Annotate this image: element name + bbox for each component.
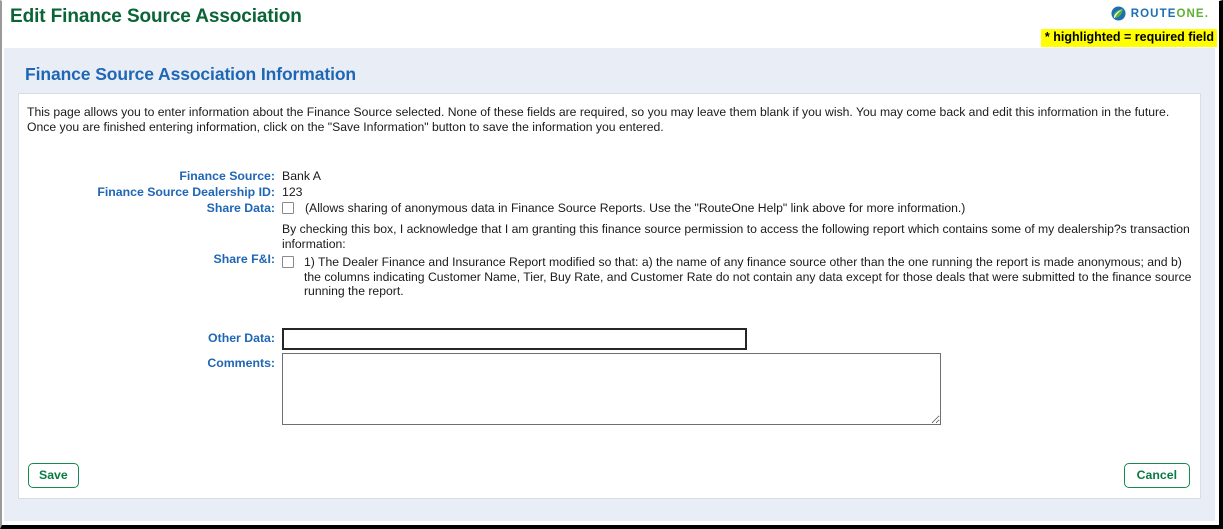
share-fi-body: By checking this box, I acknowledge that… bbox=[282, 222, 1197, 299]
brand-word-one: ONE bbox=[1176, 7, 1205, 20]
share-fi-item-text: 1) The Dealer Finance and Insurance Repo… bbox=[304, 255, 1192, 299]
share-data-note: (Allows sharing of anonymous data in Fin… bbox=[305, 201, 966, 215]
form-spacer bbox=[19, 301, 1200, 328]
form-area: Finance Source: Bank A Finance Source De… bbox=[19, 169, 1200, 427]
routeone-wordmark: ROUTEONE. bbox=[1131, 8, 1209, 20]
page-title: Edit Finance Source Association bbox=[10, 6, 302, 27]
form-row-finance-source: Finance Source: Bank A bbox=[19, 169, 1200, 183]
share-data-label: Share Data: bbox=[206, 201, 275, 215]
routeone-leaf-icon bbox=[1111, 6, 1126, 21]
brand-word-route: ROUTE bbox=[1130, 7, 1177, 20]
share-fi-checkbox[interactable] bbox=[282, 256, 294, 269]
share-fi-label: Share F&I: bbox=[213, 252, 276, 266]
share-fi-item: 1) The Dealer Finance and Insurance Repo… bbox=[282, 255, 1197, 299]
form-row-comments: Comments: bbox=[19, 352, 1200, 425]
content-card: This page allows you to enter informatio… bbox=[18, 93, 1201, 499]
share-data-checkbox[interactable] bbox=[282, 202, 294, 214]
share-fi-intro-text: By checking this box, I acknowledge that… bbox=[282, 222, 1190, 251]
routeone-logo: ROUTEONE. bbox=[1111, 6, 1209, 21]
section-heading: Finance Source Association Information bbox=[25, 64, 357, 84]
section-panel: Finance Source Association Information T… bbox=[4, 48, 1215, 521]
comments-label: Comments: bbox=[207, 355, 275, 370]
dealership-id-value: 123 bbox=[282, 185, 303, 199]
form-row-share-fi: Share F&I: By checking this box, I ackno… bbox=[19, 222, 1200, 299]
cancel-button[interactable]: Cancel bbox=[1123, 463, 1190, 488]
intro-paragraph: This page allows you to enter informatio… bbox=[27, 105, 1170, 134]
form-row-share-data: Share Data: (Allows sharing of anonymous… bbox=[19, 201, 1200, 215]
form-row-dealership-id: Finance Source Dealership ID: 123 bbox=[19, 185, 1200, 199]
footer-bar: Save Cancel bbox=[19, 463, 1200, 489]
page-header: Edit Finance Source Association ROUTEONE… bbox=[2, 1, 1219, 47]
other-data-label: Other Data: bbox=[208, 330, 275, 345]
brand-trailing-dot: . bbox=[1204, 7, 1209, 20]
other-data-input[interactable] bbox=[282, 327, 747, 350]
finance-source-value: Bank A bbox=[282, 169, 321, 183]
form-row-other-data: Other Data: bbox=[19, 327, 1200, 350]
comments-textarea[interactable] bbox=[282, 352, 941, 425]
required-field-notice: * highlighted = required field bbox=[1040, 29, 1217, 47]
dealership-id-label: Finance Source Dealership ID: bbox=[97, 185, 275, 199]
page-frame: Edit Finance Source Association ROUTEONE… bbox=[0, 0, 1223, 529]
finance-source-label: Finance Source: bbox=[179, 169, 275, 183]
save-button[interactable]: Save bbox=[28, 463, 79, 488]
